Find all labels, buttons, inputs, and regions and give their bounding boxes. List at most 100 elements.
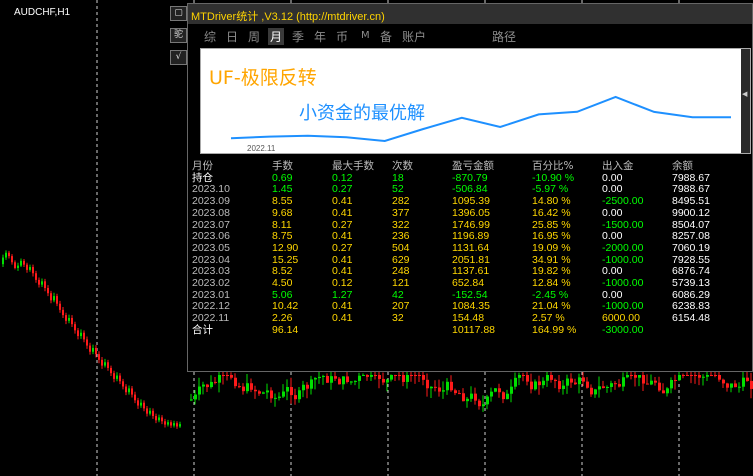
candle: [670, 379, 673, 389]
table-cell: 32: [392, 312, 404, 325]
table-cell: 2023.05: [192, 241, 230, 254]
candle: [262, 392, 265, 394]
candle: [534, 381, 537, 390]
candle: [722, 379, 725, 384]
column-header: 余额: [672, 160, 693, 172]
table-cell: 19.09 %: [532, 241, 571, 254]
candle: [422, 375, 425, 380]
square-icon[interactable]: ▢: [170, 6, 187, 21]
candle: [742, 377, 745, 387]
table-cell: 96.14: [272, 323, 299, 336]
candle: [290, 387, 293, 396]
candle: [8, 252, 10, 257]
tab-overview[interactable]: 综: [204, 28, 216, 45]
tab-week[interactable]: 周: [248, 28, 260, 45]
tab-month[interactable]: 月: [268, 28, 285, 45]
candle: [298, 390, 301, 400]
candle: [674, 379, 677, 381]
panel-titlebar[interactable]: MTDriver统计 ,V3.12 (http://mtdriver.cn): [188, 4, 752, 24]
candle: [482, 404, 485, 407]
candle: [322, 375, 325, 377]
candle: [334, 376, 337, 379]
column-header: 次数: [392, 160, 413, 172]
candle: [594, 389, 597, 395]
candle: [590, 387, 593, 395]
candle: [143, 402, 145, 409]
camel-button[interactable]: 驼: [170, 28, 187, 43]
candle: [179, 424, 181, 427]
candle: [538, 381, 541, 386]
candle: [410, 375, 413, 376]
candle: [32, 267, 34, 274]
candle: [86, 339, 88, 346]
table-cell: 16.42 %: [532, 206, 571, 219]
mtdriver-stats-panel[interactable]: MTDriver统计 ,V3.12 (http://mtdriver.cn) 综…: [187, 3, 753, 372]
candle: [394, 375, 397, 376]
table-row: 2023.08 9.68 0.41 377 1396.05 16.42 % 0.00 9900…: [192, 206, 742, 220]
candle: [164, 421, 166, 425]
table-cell: [332, 325, 392, 337]
candle: [206, 384, 209, 388]
candle: [714, 375, 717, 376]
candle: [686, 375, 689, 376]
candle: [730, 383, 733, 388]
column-header: 盈亏金额: [452, 160, 494, 172]
candle: [606, 386, 609, 389]
tab-account[interactable]: 账户: [402, 28, 426, 45]
table-cell: 4.50: [272, 277, 293, 290]
column-header: 百分比%: [532, 160, 574, 172]
candle: [498, 388, 501, 393]
candle: [710, 375, 713, 376]
candle: [71, 317, 73, 325]
candle: [59, 303, 61, 310]
candle: [230, 375, 233, 378]
candle: [306, 384, 309, 389]
candle: [202, 384, 205, 387]
candle: [514, 377, 517, 387]
candle: [706, 375, 709, 377]
candle: [618, 384, 621, 387]
candle: [134, 394, 136, 401]
tab-currency[interactable]: 币: [336, 28, 348, 45]
tab-quarter[interactable]: 季: [292, 28, 304, 45]
candle: [74, 324, 76, 331]
graph-scrollbar[interactable]: ◀: [741, 49, 750, 153]
candle: [101, 359, 103, 366]
candle: [242, 386, 245, 392]
candle: [294, 395, 297, 400]
table-cell: 0.12: [332, 277, 353, 290]
candle: [450, 381, 453, 391]
candle: [550, 375, 553, 380]
candle: [446, 381, 449, 391]
candle: [26, 264, 28, 270]
column-header: 最大手数: [332, 160, 374, 172]
candle: [62, 309, 64, 316]
checkmark-icon[interactable]: √: [170, 50, 187, 65]
tab-note[interactable]: 备: [380, 28, 392, 45]
candle: [95, 347, 97, 355]
table-cell: 5739.13: [672, 277, 710, 290]
candle: [678, 375, 681, 381]
candle: [122, 381, 124, 387]
candle: [146, 408, 148, 414]
candle: [274, 397, 277, 399]
candle: [318, 376, 321, 379]
tab-m[interactable]: M: [361, 30, 370, 41]
table-cell: 12.84 %: [532, 277, 571, 290]
candle: [77, 330, 79, 337]
candle: [350, 381, 353, 383]
candle: [314, 378, 317, 380]
tab-path[interactable]: 路径: [492, 28, 516, 45]
graph-x-label: 2022.11: [247, 144, 276, 153]
candle: [41, 281, 43, 285]
candle: [626, 375, 629, 378]
candle: [250, 383, 253, 390]
tab-day[interactable]: 日: [226, 28, 238, 45]
candle: [29, 267, 31, 270]
candle: [194, 394, 197, 400]
table-cell: 377: [392, 206, 410, 219]
candle: [418, 375, 421, 376]
candle: [35, 273, 37, 280]
candle: [11, 256, 13, 263]
tab-year[interactable]: 年: [314, 28, 326, 45]
